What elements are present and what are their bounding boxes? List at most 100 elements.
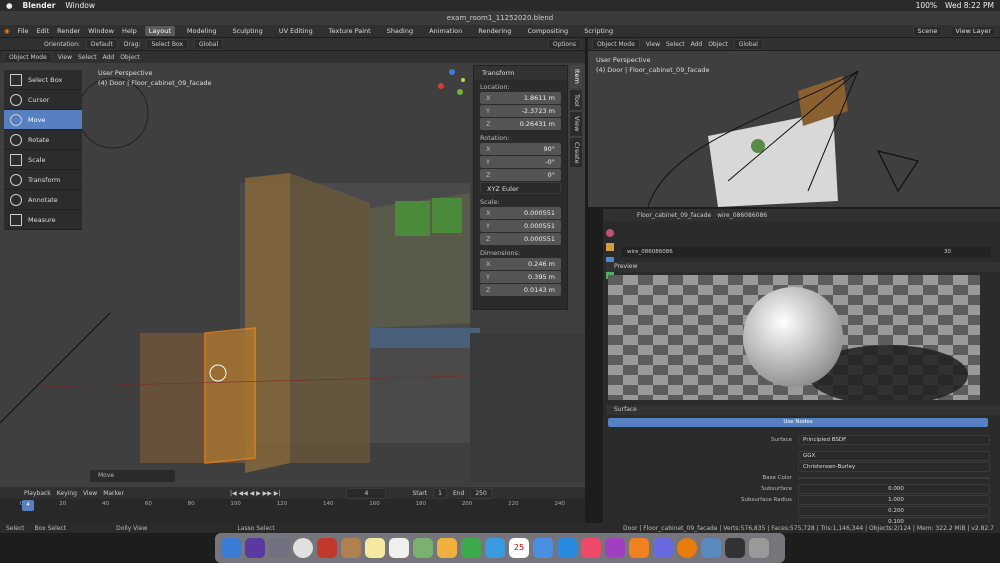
material-name[interactable]: wire_086086086 bbox=[717, 212, 767, 219]
material-slot-field[interactable]: wire_086086086 30 bbox=[621, 247, 991, 257]
tab-uv-editing[interactable]: UV Editing bbox=[275, 26, 317, 36]
tool-measure[interactable]: Measure bbox=[4, 210, 82, 230]
tab-view[interactable]: View bbox=[570, 112, 582, 136]
start-frame-field[interactable]: 1 bbox=[433, 487, 447, 499]
view-layer-selector[interactable]: View Layer bbox=[950, 25, 996, 37]
location-x-field[interactable]: X 1.8611 m bbox=[480, 92, 561, 104]
tab-animation[interactable]: Animation bbox=[425, 26, 466, 36]
finder-icon[interactable] bbox=[221, 538, 241, 558]
app-store-icon[interactable] bbox=[557, 538, 577, 558]
timeline-ruler[interactable]: 0 20 40 60 80 100 120 140 160 180 200 22… bbox=[0, 501, 585, 511]
tool-move[interactable]: Move bbox=[4, 110, 82, 130]
tool-scale[interactable]: Scale bbox=[4, 150, 82, 170]
right-menu-object[interactable]: Object bbox=[708, 41, 728, 48]
rotation-y-field[interactable]: Y -0° bbox=[480, 156, 561, 168]
chrome-icon[interactable] bbox=[293, 538, 313, 558]
rotation-z-field[interactable]: Z 0° bbox=[480, 169, 561, 181]
distribution-row[interactable]: GGX bbox=[603, 451, 1000, 461]
tab-modeling[interactable]: Modeling bbox=[183, 26, 221, 36]
dimensions-z-field[interactable]: Z 0.0143 m bbox=[480, 284, 561, 296]
menu-select[interactable]: Select bbox=[78, 54, 97, 61]
tool-cursor[interactable]: Cursor bbox=[4, 90, 82, 110]
tab-layout[interactable]: Layout bbox=[144, 26, 175, 36]
terminal-icon[interactable] bbox=[725, 538, 745, 558]
location-y-field[interactable]: Y -2.3723 m bbox=[480, 105, 561, 117]
playhead[interactable]: 4 bbox=[22, 500, 34, 511]
timeline-view-menu[interactable]: View bbox=[83, 490, 97, 497]
rotation-x-field[interactable]: X 90° bbox=[480, 143, 561, 155]
scale-y-field[interactable]: Y 0.000551 bbox=[480, 220, 561, 232]
keynote-icon[interactable] bbox=[533, 538, 553, 558]
battery-status[interactable]: 100% bbox=[916, 1, 937, 10]
location-z-field[interactable]: Z 0.26431 m bbox=[480, 118, 561, 130]
current-frame-field[interactable]: 4 bbox=[346, 487, 387, 499]
contacts-icon[interactable] bbox=[341, 538, 361, 558]
siri-icon[interactable] bbox=[245, 538, 265, 558]
tab-rendering[interactable]: Rendering bbox=[474, 26, 515, 36]
subsurface-method-row[interactable]: Christensen-Burley bbox=[603, 462, 1000, 472]
scene-selector[interactable]: Scene bbox=[912, 25, 943, 37]
playback-controls[interactable]: |◀ ◀◀ ◀ ▶ ▶▶ ▶| bbox=[230, 490, 281, 497]
right-menu-add[interactable]: Add bbox=[691, 41, 703, 48]
rotation-mode-dropdown[interactable]: XYZ Euler bbox=[480, 182, 561, 194]
maps-icon[interactable] bbox=[413, 538, 433, 558]
tab-tool[interactable]: Tool bbox=[570, 89, 582, 111]
books-icon[interactable] bbox=[629, 538, 649, 558]
surface-shader-row[interactable]: Surface Principled BSDF bbox=[603, 435, 1000, 445]
facetime-icon[interactable] bbox=[485, 538, 505, 558]
menu-file[interactable]: File bbox=[18, 27, 29, 35]
tab-item[interactable]: Item bbox=[570, 65, 582, 88]
trash-icon[interactable] bbox=[749, 538, 769, 558]
object-tab-icon[interactable] bbox=[606, 243, 614, 251]
blender-logo-icon[interactable]: ◉ bbox=[4, 27, 10, 35]
timeline-keying-menu[interactable]: Keying bbox=[57, 490, 77, 497]
right-orientation-dropdown[interactable]: Global bbox=[733, 38, 763, 50]
tab-scripting[interactable]: Scripting bbox=[580, 26, 617, 36]
messages-icon[interactable] bbox=[461, 538, 481, 558]
app-menu[interactable]: Blender bbox=[23, 1, 56, 10]
orientation-dropdown[interactable]: Default bbox=[85, 38, 118, 50]
base-color-row[interactable]: Base Color bbox=[603, 473, 1000, 483]
dimensions-y-field[interactable]: Y 0.395 m bbox=[480, 271, 561, 283]
mode-dropdown[interactable]: Object Mode bbox=[4, 51, 52, 63]
drag-dropdown[interactable]: Select Box bbox=[146, 38, 189, 50]
tool-rotate[interactable]: Rotate bbox=[4, 130, 82, 150]
timeline-marker-menu[interactable]: Marker bbox=[103, 490, 124, 497]
end-frame-field[interactable]: 250 bbox=[470, 487, 492, 499]
photos-icon[interactable] bbox=[437, 538, 457, 558]
subsurface-row[interactable]: Subsurface 0.000 bbox=[603, 484, 1000, 494]
notes-icon[interactable] bbox=[365, 538, 385, 558]
right-menu-view[interactable]: View bbox=[646, 41, 660, 48]
right-menu-select[interactable]: Select bbox=[666, 41, 685, 48]
podcasts-icon[interactable] bbox=[605, 538, 625, 558]
last-operator-panel[interactable]: Move bbox=[90, 470, 175, 482]
blender-dock-icon[interactable] bbox=[677, 538, 697, 558]
subsurface-radius-row[interactable]: Subsurface Radius 1.000 bbox=[603, 495, 1000, 505]
system-preferences-icon[interactable] bbox=[653, 538, 673, 558]
menu-object[interactable]: Object bbox=[120, 54, 140, 61]
options-dropdown[interactable]: Options bbox=[547, 38, 581, 50]
surface-section[interactable]: Surface bbox=[606, 405, 1000, 415]
timeline-playback-menu[interactable]: Playback bbox=[24, 490, 51, 497]
scale-z-field[interactable]: Z 0.000551 bbox=[480, 233, 561, 245]
tab-create[interactable]: Create bbox=[570, 137, 582, 168]
dimensions-x-field[interactable]: X 0.246 m bbox=[480, 258, 561, 270]
launchpad-icon[interactable] bbox=[269, 538, 289, 558]
tab-sculpting[interactable]: Sculpting bbox=[228, 26, 266, 36]
menu-window[interactable]: Window bbox=[88, 27, 114, 35]
menu-help[interactable]: Help bbox=[122, 27, 137, 35]
navigation-gizmo[interactable] bbox=[436, 68, 466, 98]
preview-app-icon[interactable] bbox=[701, 538, 721, 558]
preview-section[interactable]: Preview bbox=[606, 262, 1000, 272]
scale-x-field[interactable]: X 0.000551 bbox=[480, 207, 561, 219]
use-nodes-button[interactable]: Use Nodes bbox=[608, 418, 988, 427]
tool-transform[interactable]: Transform bbox=[4, 170, 82, 190]
clock[interactable]: Wed 8:22 PM bbox=[945, 1, 994, 10]
photo-booth-icon[interactable] bbox=[317, 538, 337, 558]
menu-render[interactable]: Render bbox=[57, 27, 80, 35]
material-tab-icon[interactable] bbox=[606, 229, 614, 237]
tab-compositing[interactable]: Compositing bbox=[523, 26, 572, 36]
reminders-icon[interactable] bbox=[389, 538, 409, 558]
subsurface-radius-g-row[interactable]: 0.200 bbox=[603, 506, 1000, 516]
tool-select-box[interactable]: Select Box bbox=[4, 70, 82, 90]
